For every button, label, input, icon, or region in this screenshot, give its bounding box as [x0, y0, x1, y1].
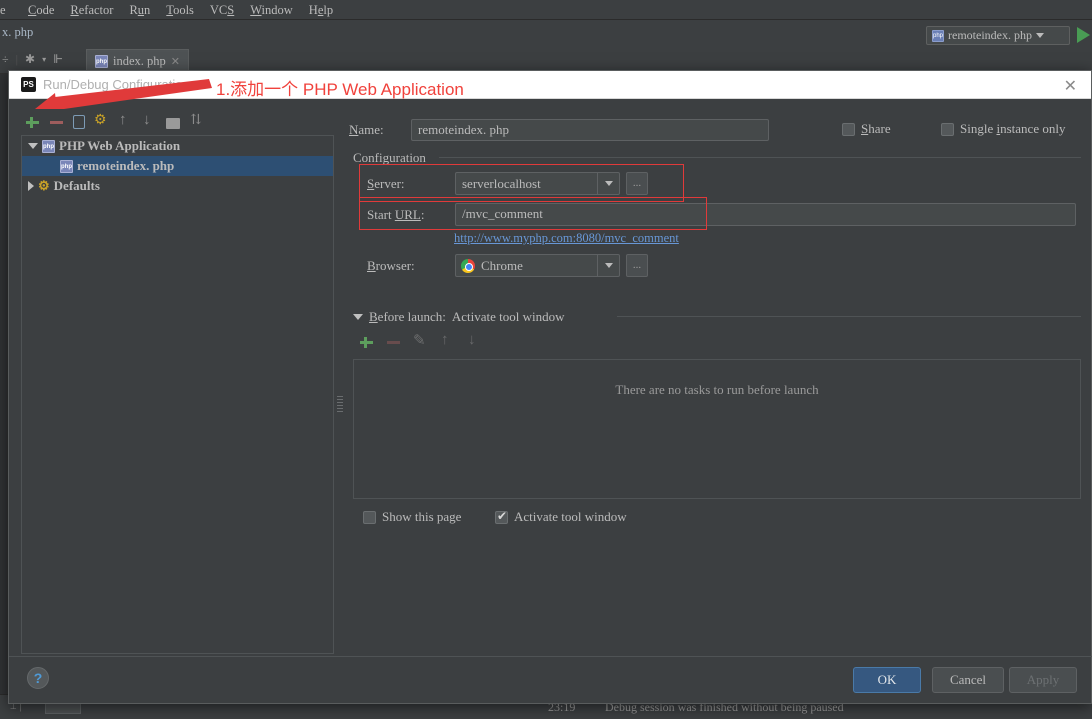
php-icon: php — [60, 159, 73, 173]
configurations-tree[interactable]: php PHP Web Application php remoteindex.… — [21, 135, 334, 654]
tasks-empty-message: There are no tasks to run before launch — [615, 382, 819, 397]
browser-label: Browser: — [367, 257, 415, 273]
browser-row: Browser: Chrome ... — [367, 254, 648, 277]
editor-tab-label: index. php — [113, 54, 166, 68]
move-up-icon[interactable] — [118, 112, 133, 130]
menu-item-tools[interactable]: Tools — [158, 0, 202, 20]
copy-icon[interactable] — [73, 115, 85, 129]
ok-button[interactable]: OK — [853, 667, 921, 693]
pin-icon[interactable]: ⊩ — [53, 52, 63, 67]
cancel-button[interactable]: Cancel — [932, 667, 1004, 693]
menu-item-refactor[interactable]: Refactor — [62, 0, 121, 20]
share-label: Share — [861, 121, 891, 136]
run-debug-configurations-dialog: PS Run/Debug Configurations 1.添加一个 PHP W… — [8, 70, 1092, 704]
before-launch-header[interactable]: Before launch: Activate tool window — [353, 309, 565, 325]
name-row: Name: remoteindex. php — [349, 119, 769, 141]
tree-item-defaults[interactable]: Defaults — [22, 176, 333, 196]
before-launch-label: Before launch: — [369, 309, 446, 324]
name-label: Name: — [349, 122, 384, 137]
move-task-down-icon — [467, 332, 482, 350]
phpstorm-icon: PS — [21, 77, 36, 92]
browser-combobox[interactable]: Chrome — [455, 254, 620, 277]
activate-tool-window-row[interactable]: Activate tool window — [495, 509, 627, 525]
chevron-down-icon[interactable] — [353, 314, 363, 320]
breadcrumb[interactable]: x. php — [2, 25, 33, 40]
menu-item-clipped: e — [0, 2, 6, 17]
activate-tool-window-checkbox[interactable] — [495, 509, 508, 524]
edit-templates-icon[interactable] — [94, 112, 109, 130]
name-input[interactable]: remoteindex. php — [411, 119, 769, 141]
activate-tool-window-label: Activate tool window — [514, 509, 627, 524]
run-configuration-name: remoteindex. php — [948, 28, 1032, 42]
tree-item-label: Defaults — [53, 178, 100, 193]
start-url-highlight-box — [359, 197, 707, 230]
configurations-panel: php PHP Web Application php remoteindex.… — [21, 109, 334, 654]
remove-task-icon — [386, 335, 401, 350]
php-icon: php — [95, 55, 108, 68]
dialog-title-bar: PS Run/Debug Configurations 1.添加一个 PHP W… — [9, 71, 1091, 99]
group-divider — [439, 157, 1081, 158]
menu-item-help[interactable]: Help — [301, 0, 341, 20]
close-icon[interactable]: ✕ — [1064, 76, 1077, 96]
caret-small-icon: ▾ — [42, 55, 47, 64]
defaults-icon — [38, 178, 50, 194]
share-checkbox-row[interactable]: Share — [842, 121, 891, 137]
remove-icon[interactable] — [49, 115, 64, 130]
run-configuration-selector[interactable]: php remoteindex. php — [926, 26, 1070, 45]
chevron-right-icon[interactable] — [28, 181, 34, 191]
gear-icon[interactable]: ✱ — [25, 52, 35, 67]
help-icon[interactable]: ? — [27, 667, 49, 689]
tree-item-php-web-application[interactable]: php PHP Web Application — [22, 136, 333, 156]
show-this-page-checkbox[interactable] — [363, 510, 376, 524]
move-task-up-icon — [440, 332, 455, 350]
share-checkbox[interactable] — [842, 122, 855, 136]
show-this-page-row[interactable]: Show this page — [363, 509, 461, 525]
resolved-url-link[interactable]: http://www.myphp.com:8080/mvc_comment — [454, 231, 679, 246]
configuration-editor-panel: Name: remoteindex. php Share Single inst… — [349, 109, 1081, 654]
chevron-down-icon — [1035, 33, 1044, 38]
apply-button: Apply — [1009, 667, 1077, 693]
folder-icon[interactable] — [166, 117, 180, 129]
chevron-down-icon[interactable] — [28, 143, 38, 149]
single-instance-checkbox[interactable] — [941, 122, 954, 136]
php-icon: php — [932, 29, 944, 42]
before-launch-tasks-list[interactable]: There are no tasks to run before launch — [353, 359, 1081, 499]
close-icon[interactable]: ✕ — [171, 55, 180, 68]
menu-item-code[interactable]: Code — [20, 0, 62, 20]
dialog-footer: ? OK Cancel Apply — [9, 656, 1092, 703]
edit-task-icon — [413, 331, 428, 350]
show-this-page-label: Show this page — [382, 509, 462, 524]
menu-item-window[interactable]: Window — [242, 0, 301, 20]
menu-bar: e Code Refactor Run Tools VCS Window Hel… — [0, 0, 1092, 20]
panel-splitter[interactable] — [337, 394, 345, 420]
chevron-down-icon[interactable] — [597, 255, 619, 276]
dialog-body: php PHP Web Application php remoteindex.… — [9, 99, 1092, 657]
move-down-icon[interactable] — [142, 112, 157, 130]
tree-item-label: remoteindex. php — [77, 158, 175, 173]
run-button-icon[interactable] — [1077, 27, 1090, 43]
before-launch-divider — [617, 316, 1081, 317]
before-launch-toolbar — [359, 331, 482, 350]
menu-item-run[interactable]: Run — [121, 0, 158, 20]
sort-icon[interactable] — [189, 112, 204, 130]
tree-item-remoteindex-php[interactable]: php remoteindex. php — [22, 156, 333, 176]
editor-toolbar-icons: ÷ | ✱ ▾ ⊩ — [2, 52, 64, 67]
browser-value: Chrome — [481, 257, 523, 273]
chrome-icon — [461, 258, 475, 273]
before-launch-value: Activate tool window — [451, 309, 565, 324]
split-icon[interactable]: ÷ — [2, 52, 9, 67]
annotation-step-1: 1.添加一个 PHP Web Application — [216, 80, 464, 99]
add-icon[interactable] — [25, 115, 40, 130]
add-task-icon[interactable] — [359, 335, 374, 350]
menu-item-vcs[interactable]: VCS — [202, 0, 242, 20]
single-instance-label: Single instance only — [960, 121, 1066, 136]
php-icon: php — [42, 139, 55, 153]
browser-browse-button[interactable]: ... — [626, 254, 648, 277]
tree-item-label: PHP Web Application — [59, 138, 181, 153]
single-instance-checkbox-row[interactable]: Single instance only — [941, 121, 1065, 137]
dialog-title: Run/Debug Configurations — [43, 77, 197, 92]
configurations-toolbar — [25, 109, 204, 135]
